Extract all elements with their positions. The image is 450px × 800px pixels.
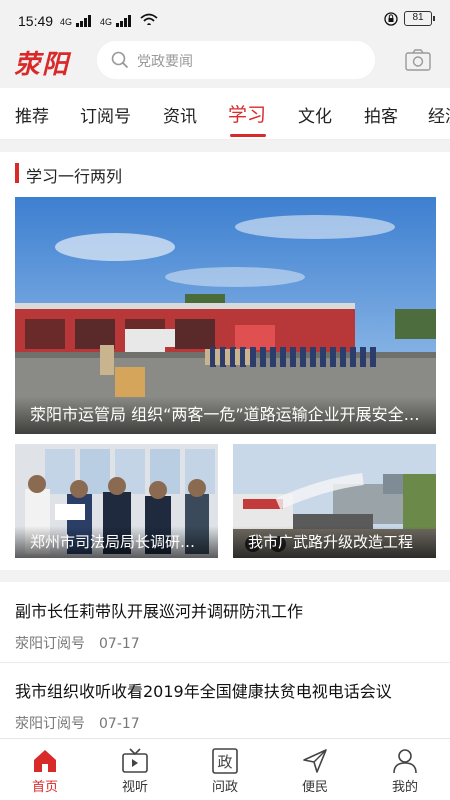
signal-icon-2: 4G [100,15,131,27]
news-title: 我市组织收听收看2019年全国健康扶贫电视电话会议 [15,682,392,701]
news-list-item[interactable]: 我市组织收听收看2019年全国健康扶贫电视电话会议 荥阳订阅号 07-17 [0,663,450,743]
news-date: 07-17 [99,636,140,652]
camera-icon[interactable] [405,49,431,71]
news-list-item[interactable]: 副市长任莉带队开展巡河并调研防汛工作 荥阳订阅号 07-17 [0,583,450,663]
nav-label-profile: 我的 [391,780,418,795]
featured-sub-caption-right: 我市广武路升级改造工程 [248,533,414,551]
news-date: 07-17 [99,716,140,732]
nav-label-politics: 问政 [211,780,238,795]
status-bar: 15:49 4G 4G 81 [0,0,450,40]
user-icon [393,749,417,774]
svg-text:4G: 4G [60,17,72,27]
section-marker [15,163,19,183]
news-meta: 荥阳订阅号 07-17 [15,713,140,733]
tab-economy[interactable]: 经济 [428,102,450,127]
divider [0,140,450,152]
status-time: 15:49 [18,13,54,29]
featured-sub-card-right[interactable]: 我市广武路升级改造工程 [233,444,436,558]
bottom-navigation: 首页 视听 政 问政 便民 我的 [0,738,450,800]
tab-subscription[interactable]: 订阅号 [80,102,131,127]
svg-text:4G: 4G [100,17,112,27]
app-logo: 荥阳 [14,50,71,80]
nav-home[interactable]: 首页 [0,739,90,800]
wifi-icon [140,13,158,25]
nav-politics[interactable]: 政 问政 [180,739,270,800]
tab-photographer[interactable]: 拍客 [364,102,398,127]
nav-video[interactable]: 视听 [90,739,180,800]
politics-icon: 政 [212,748,238,774]
section-title: 学习一行两列 [26,167,123,186]
signal-icon: 4G [60,15,91,27]
news-source: 荥阳订阅号 [15,636,85,652]
search-icon [111,51,129,69]
search-placeholder: 党政要闻 [137,54,193,70]
featured-sub-caption-left: 郑州市司法局局长调研指导工作 [30,533,210,551]
featured-main-card[interactable]: 荥阳市运管局 组织“两客一危”道路运输企业开展安全培训 [15,197,436,434]
tab-study[interactable]: 学习 [228,100,266,127]
featured-main-caption: 荥阳市运管局 组织“两客一危”道路运输企业开展安全培训 [30,405,425,424]
featured-sub-caption-overlay-right: 我市广武路升级改造工程 [233,526,436,558]
home-icon [34,750,56,772]
svg-text:政: 政 [217,753,232,771]
featured-sub-caption-overlay-left: 郑州市司法局局长调研指导工作 [15,526,218,558]
news-title: 副市长任莉带队开展巡河并调研防汛工作 [15,602,304,621]
nav-label-video: 视听 [121,780,148,795]
nav-profile[interactable]: 我的 [360,739,450,800]
category-tabs: 推荐 订阅号 资讯 学习 文化 拍客 经济 [0,88,450,140]
divider [0,570,450,582]
tab-news[interactable]: 资讯 [163,102,197,127]
featured-main-caption-overlay: 荥阳市运管局 组织“两客一危”道路运输企业开展安全培训 [15,396,436,434]
nav-label-home: 首页 [31,780,58,795]
news-source: 荥阳订阅号 [15,716,85,732]
active-tab-indicator [230,134,266,137]
app-header: 荥阳 党政要闻 [0,40,450,88]
featured-sub-card-left[interactable]: 郑州市司法局局长调研指导工作 [15,444,218,558]
battery-indicator: 81 [404,11,435,26]
search-input[interactable]: 党政要闻 [97,41,375,79]
nav-label-service: 便民 [301,780,328,795]
tv-icon [122,748,148,773]
news-meta: 荥阳订阅号 07-17 [15,633,140,653]
tab-culture[interactable]: 文化 [298,102,332,127]
tab-recommend[interactable]: 推荐 [15,102,49,127]
nav-service[interactable]: 便民 [270,739,360,800]
lock-rotation-icon [384,11,398,26]
send-icon [303,749,327,773]
